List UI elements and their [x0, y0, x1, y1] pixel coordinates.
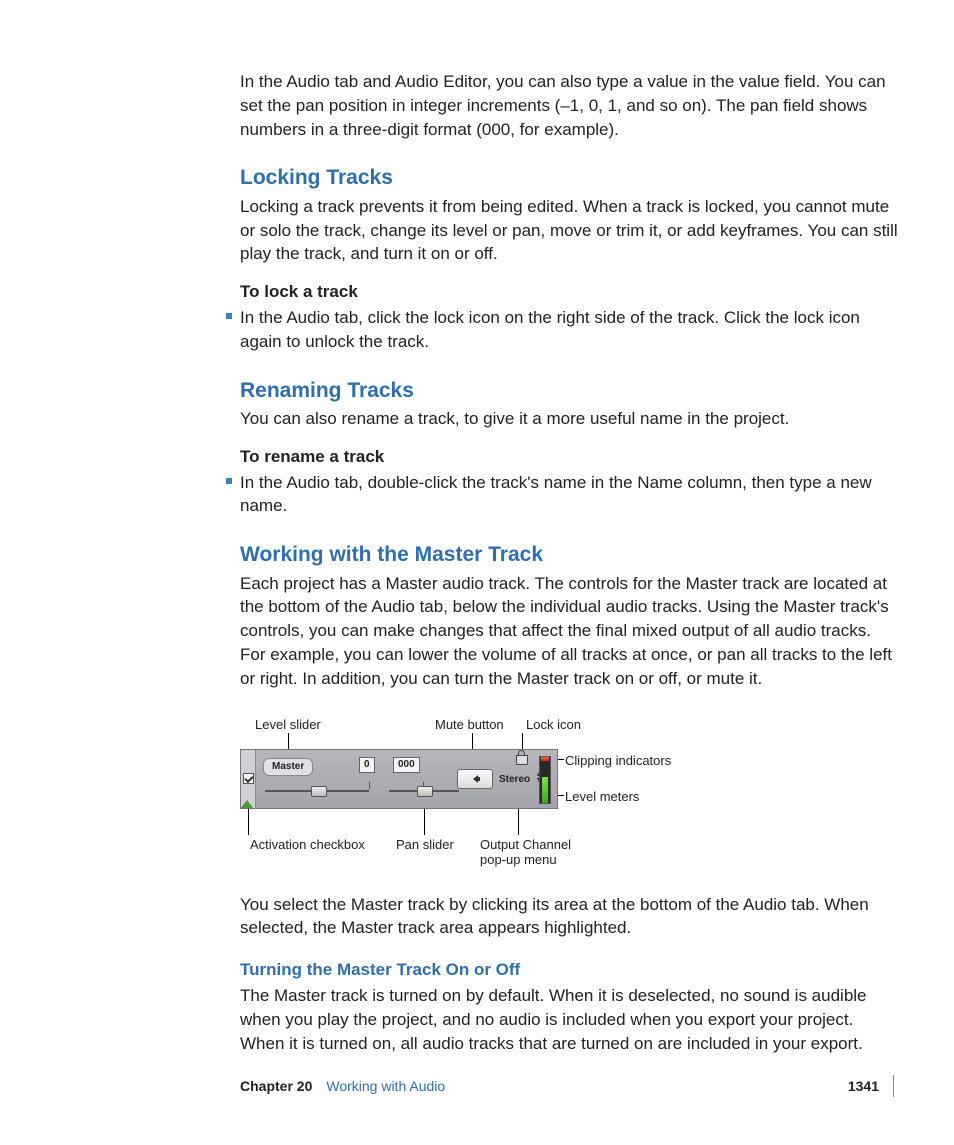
mute-button[interactable] [457, 769, 493, 789]
label-output-channel-2: pop-up menu [480, 852, 557, 868]
label-pan-slider: Pan slider [396, 837, 454, 853]
subheading-to-rename: To rename a track [240, 445, 900, 469]
label-output-channel-1: Output Channel [480, 837, 571, 853]
locking-paragraph: Locking a track prevents it from being e… [240, 195, 900, 266]
subheading-turning-master: Turning the Master Track On or Off [240, 958, 900, 982]
lock-icon[interactable] [516, 755, 528, 765]
turning-paragraph: The Master track is turned on by default… [240, 984, 900, 1055]
bullet-icon [226, 478, 232, 484]
page-footer: Chapter 20 Working with Audio 1341 [240, 1075, 894, 1097]
panel-gutter [241, 750, 256, 808]
heading-renaming-tracks: Renaming Tracks [240, 376, 900, 405]
activation-checkbox[interactable] [243, 773, 254, 784]
master-track-figure: Level slider Mute button Lock icon Clipp… [240, 709, 900, 869]
pan-slider-knob[interactable] [417, 786, 433, 797]
corner-icon [241, 800, 253, 808]
subheading-to-lock: To lock a track [240, 280, 900, 304]
pan-value-field[interactable]: 000 [393, 757, 420, 773]
label-level-slider: Level slider [255, 717, 321, 733]
level-value-field[interactable]: 0 [359, 757, 375, 773]
label-mute-button: Mute button [435, 717, 504, 733]
renaming-paragraph: You can also rename a track, to give it … [240, 407, 900, 431]
label-level-meters: Level meters [565, 789, 639, 805]
output-channel-menu[interactable]: Stereo [499, 773, 530, 787]
speaker-icon [473, 775, 478, 783]
heading-master-track: Working with the Master Track [240, 540, 900, 569]
label-lock-icon: Lock icon [526, 717, 581, 733]
heading-locking-tracks: Locking Tracks [240, 163, 900, 192]
level-meter [539, 756, 551, 804]
clipping-indicator [541, 757, 549, 761]
master-track-panel: Master 0 000 Stereo ▲▼ [240, 749, 558, 809]
bullet-icon [226, 313, 232, 319]
label-clipping: Clipping indicators [565, 753, 671, 769]
label-activation: Activation checkbox [250, 837, 365, 853]
footer-title: Working with Audio [326, 1078, 445, 1094]
master-paragraph: Each project has a Master audio track. T… [240, 572, 900, 691]
footer-page-number: 1341 [848, 1078, 879, 1094]
master-label: Master [263, 758, 313, 776]
rename-bullet-text: In the Audio tab, double-click the track… [240, 471, 900, 519]
after-figure-paragraph: You select the Master track by clicking … [240, 893, 900, 941]
footer-chapter: Chapter 20 [240, 1078, 312, 1094]
level-slider-knob[interactable] [311, 786, 327, 797]
lock-bullet-text: In the Audio tab, click the lock icon on… [240, 306, 900, 354]
intro-paragraph: In the Audio tab and Audio Editor, you c… [240, 70, 900, 141]
